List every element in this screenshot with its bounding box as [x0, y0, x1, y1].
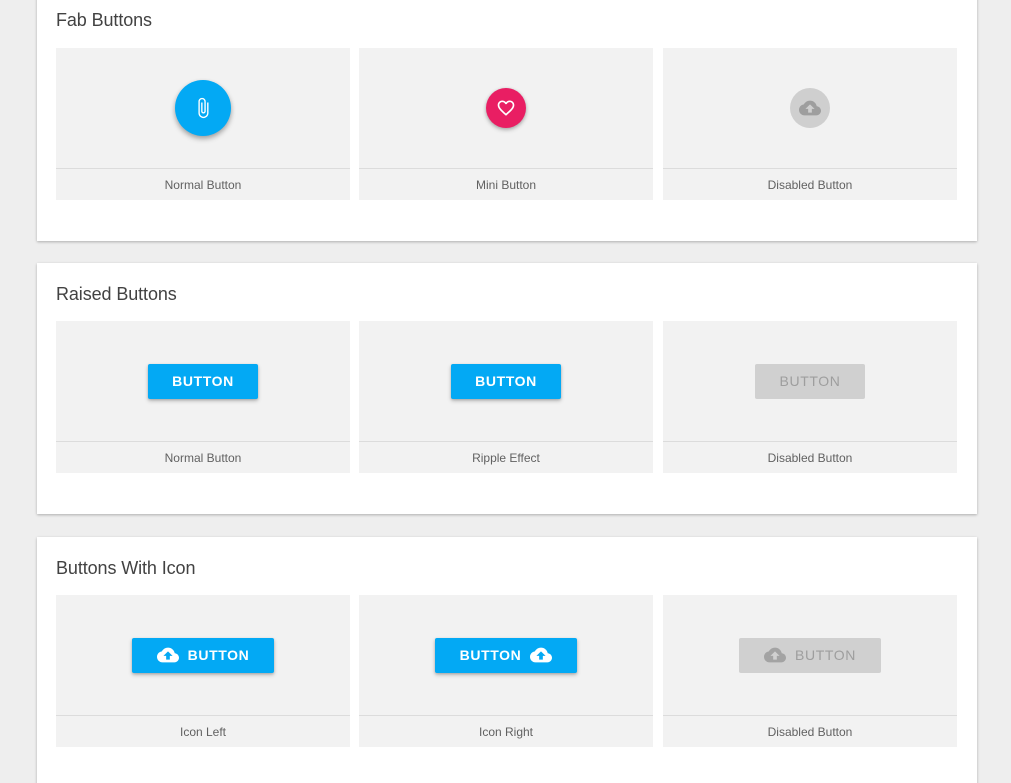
demo-caption: Disabled Button	[663, 441, 957, 473]
cloud-upload-icon	[156, 644, 179, 666]
demo-caption: Ripple Effect	[359, 441, 653, 473]
demo-caption: Icon Right	[359, 715, 653, 747]
disabled-raised-button: BUTTON	[755, 363, 865, 399]
demo-area: BUTTON	[663, 321, 957, 441]
demo-caption: Disabled Button	[663, 168, 957, 200]
cloud-upload-icon	[764, 644, 787, 666]
demo-cell-disabled-fab: Disabled Button	[663, 48, 957, 200]
demo-area: BUTTON	[359, 321, 653, 441]
icon-left-button[interactable]: BUTTON	[132, 637, 274, 673]
demo-area: BUTTON	[359, 595, 653, 715]
icon-right-button[interactable]: BUTTON	[435, 637, 577, 673]
demo-caption: Normal Button	[56, 441, 350, 473]
cloud-upload-icon	[799, 97, 821, 119]
demo-row: BUTTON Normal Button BUTTON Ripple Effec…	[56, 321, 958, 473]
demo-area: BUTTON	[663, 595, 957, 715]
demo-area	[663, 48, 957, 168]
raised-buttons-card: Raised Buttons BUTTON Normal Button BUTT…	[37, 263, 977, 514]
demo-caption: Mini Button	[359, 168, 653, 200]
demo-cell-icon-disabled: BUTTON Disabled Button	[663, 595, 957, 747]
demo-area: BUTTON	[56, 321, 350, 441]
demo-area	[359, 48, 653, 168]
demo-cell-normal-fab: Normal Button	[56, 48, 350, 200]
normal-raised-button[interactable]: BUTTON	[148, 363, 258, 399]
ripple-raised-button[interactable]: BUTTON	[451, 363, 561, 399]
section-title: Buttons With Icon	[56, 558, 196, 578]
normal-fab-button[interactable]	[175, 80, 231, 136]
demo-cell-mini-fab: Mini Button	[359, 48, 653, 200]
disabled-icon-button: BUTTON	[739, 637, 881, 673]
demo-cell-ripple-raised: BUTTON Ripple Effect	[359, 321, 653, 473]
cloud-upload-icon	[530, 644, 553, 666]
demo-area: BUTTON	[56, 595, 350, 715]
heart-icon	[496, 98, 516, 118]
page: Fab Buttons Normal Button Mini Button Di…	[0, 0, 1011, 783]
demo-caption: Icon Left	[56, 715, 350, 747]
demo-cell-normal-raised: BUTTON Normal Button	[56, 321, 350, 473]
demo-caption: Normal Button	[56, 168, 350, 200]
button-label: BUTTON	[459, 647, 522, 663]
demo-row: BUTTON Icon Left BUTTON Icon Right BUTTO…	[56, 595, 958, 747]
demo-caption: Disabled Button	[663, 715, 957, 747]
demo-cell-icon-left: BUTTON Icon Left	[56, 595, 350, 747]
paperclip-icon	[192, 97, 214, 119]
demo-cell-icon-right: BUTTON Icon Right	[359, 595, 653, 747]
demo-cell-disabled-raised: BUTTON Disabled Button	[663, 321, 957, 473]
button-label: BUTTON	[187, 647, 250, 663]
mini-fab-button[interactable]	[486, 88, 526, 128]
fab-buttons-card: Fab Buttons Normal Button Mini Button Di…	[37, 0, 977, 241]
demo-area	[56, 48, 350, 168]
disabled-fab-button	[790, 88, 830, 128]
button-label: BUTTON	[795, 647, 856, 663]
section-title: Raised Buttons	[56, 284, 177, 304]
icon-buttons-card: Buttons With Icon BUTTON Icon Left BUTTO…	[37, 537, 977, 783]
section-title: Fab Buttons	[56, 10, 152, 30]
demo-row: Normal Button Mini Button Disabled Butto…	[56, 48, 958, 200]
